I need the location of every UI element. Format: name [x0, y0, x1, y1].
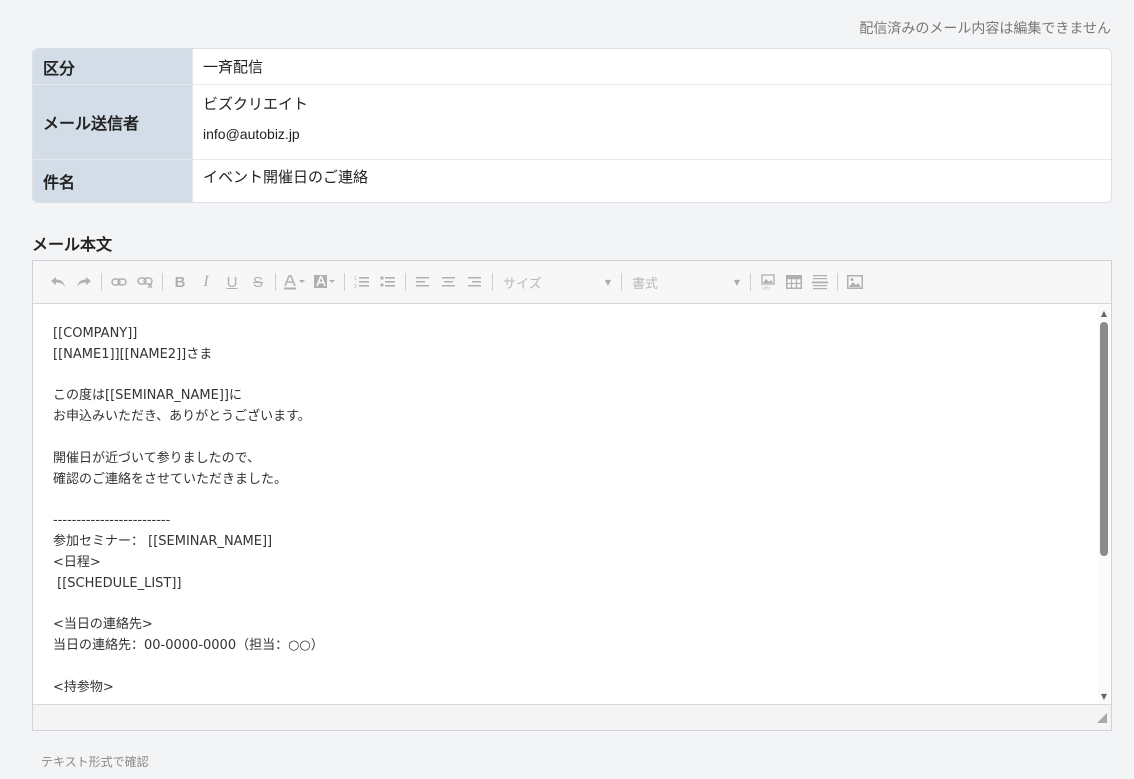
subject-value: イベント開催日のご連絡	[203, 168, 369, 186]
editor-content-area[interactable]: [[COMPANY]] [[NAME1]][[NAME2]]さま この度は[[S…	[33, 304, 1111, 705]
background-color-icon[interactable]	[310, 269, 340, 295]
editor-statusbar	[33, 704, 1111, 730]
kubun-value: 一斉配信	[203, 58, 264, 76]
link-icon[interactable]	[106, 269, 132, 295]
scrollbar-thumb[interactable]	[1100, 322, 1108, 556]
underline-icon[interactable]: U	[219, 269, 245, 295]
align-center-icon[interactable]	[436, 269, 462, 295]
sender-label: メール送信者	[33, 85, 193, 159]
svg-text:2: 2	[354, 284, 357, 289]
horizontal-rule-icon[interactable]	[807, 269, 833, 295]
sender-name: ビズクリエイト	[203, 95, 309, 113]
info-row-sender: メール送信者 ビズクリエイト info@autobiz.jp	[33, 85, 1111, 160]
resize-handle-icon[interactable]	[1097, 708, 1107, 727]
image-icon[interactable]	[842, 269, 868, 295]
ordered-list-icon[interactable]: 12	[349, 269, 375, 295]
editor-toolbar: B I U S 12 サイズ ▼ 書式 ▼ URL	[33, 261, 1111, 304]
chevron-down-icon: ▼	[604, 277, 611, 287]
toolbar-separator	[492, 273, 493, 291]
read-only-notice: 配信済みのメール内容は編集できません	[859, 21, 1111, 37]
image-url-icon[interactable]: URL	[755, 269, 781, 295]
vertical-scrollbar[interactable]: ▲ ▼	[1098, 304, 1110, 705]
unordered-list-icon[interactable]	[375, 269, 401, 295]
strikethrough-icon[interactable]: S	[245, 269, 271, 295]
font-size-select[interactable]: サイズ ▼	[497, 269, 617, 295]
bold-icon[interactable]: B	[167, 269, 193, 295]
mail-info-table: 区分 一斉配信 メール送信者 ビズクリエイト info@autobiz.jp 件…	[32, 48, 1112, 203]
align-left-icon[interactable]	[410, 269, 436, 295]
text-color-icon[interactable]	[280, 269, 310, 295]
rich-text-editor: B I U S 12 サイズ ▼ 書式 ▼ URL [[COMPANY]] [[…	[32, 260, 1112, 731]
info-row-subject: 件名 イベント開催日のご連絡	[33, 160, 1111, 202]
toolbar-separator	[275, 273, 276, 291]
scroll-down-arrow-icon[interactable]: ▼	[1098, 689, 1110, 703]
toolbar-separator	[405, 273, 406, 291]
toolbar-separator	[750, 273, 751, 291]
sender-value: ビズクリエイト info@autobiz.jp	[193, 85, 1111, 159]
font-size-select-label: サイズ	[503, 276, 542, 292]
toolbar-separator	[162, 273, 163, 291]
unlink-icon[interactable]	[132, 269, 158, 295]
format-select-label: 書式	[632, 276, 659, 292]
toolbar-separator	[344, 273, 345, 291]
toolbar-separator	[837, 273, 838, 291]
svg-text:URL: URL	[762, 286, 771, 291]
align-right-icon[interactable]	[462, 269, 488, 295]
toolbar-separator	[101, 273, 102, 291]
undo-icon[interactable]	[45, 269, 71, 295]
subject-label: 件名	[33, 160, 193, 202]
svg-text:1: 1	[354, 276, 357, 282]
kubun-label: 区分	[33, 49, 193, 84]
format-select[interactable]: 書式 ▼	[626, 269, 746, 295]
body-section-title: メール本文	[32, 235, 113, 254]
scroll-up-arrow-icon[interactable]: ▲	[1098, 306, 1110, 320]
text-format-confirm-link[interactable]: テキスト形式で確認	[41, 753, 149, 770]
redo-icon[interactable]	[71, 269, 97, 295]
chevron-down-icon: ▼	[733, 277, 740, 287]
mail-body-text[interactable]: [[COMPANY]] [[NAME1]][[NAME2]]さま この度は[[S…	[53, 324, 1083, 699]
info-row-kubun: 区分 一斉配信	[33, 49, 1111, 85]
sender-email: info@autobiz.jp	[203, 126, 300, 142]
toolbar-separator	[621, 273, 622, 291]
table-icon[interactable]	[781, 269, 807, 295]
italic-icon[interactable]: I	[193, 269, 219, 295]
